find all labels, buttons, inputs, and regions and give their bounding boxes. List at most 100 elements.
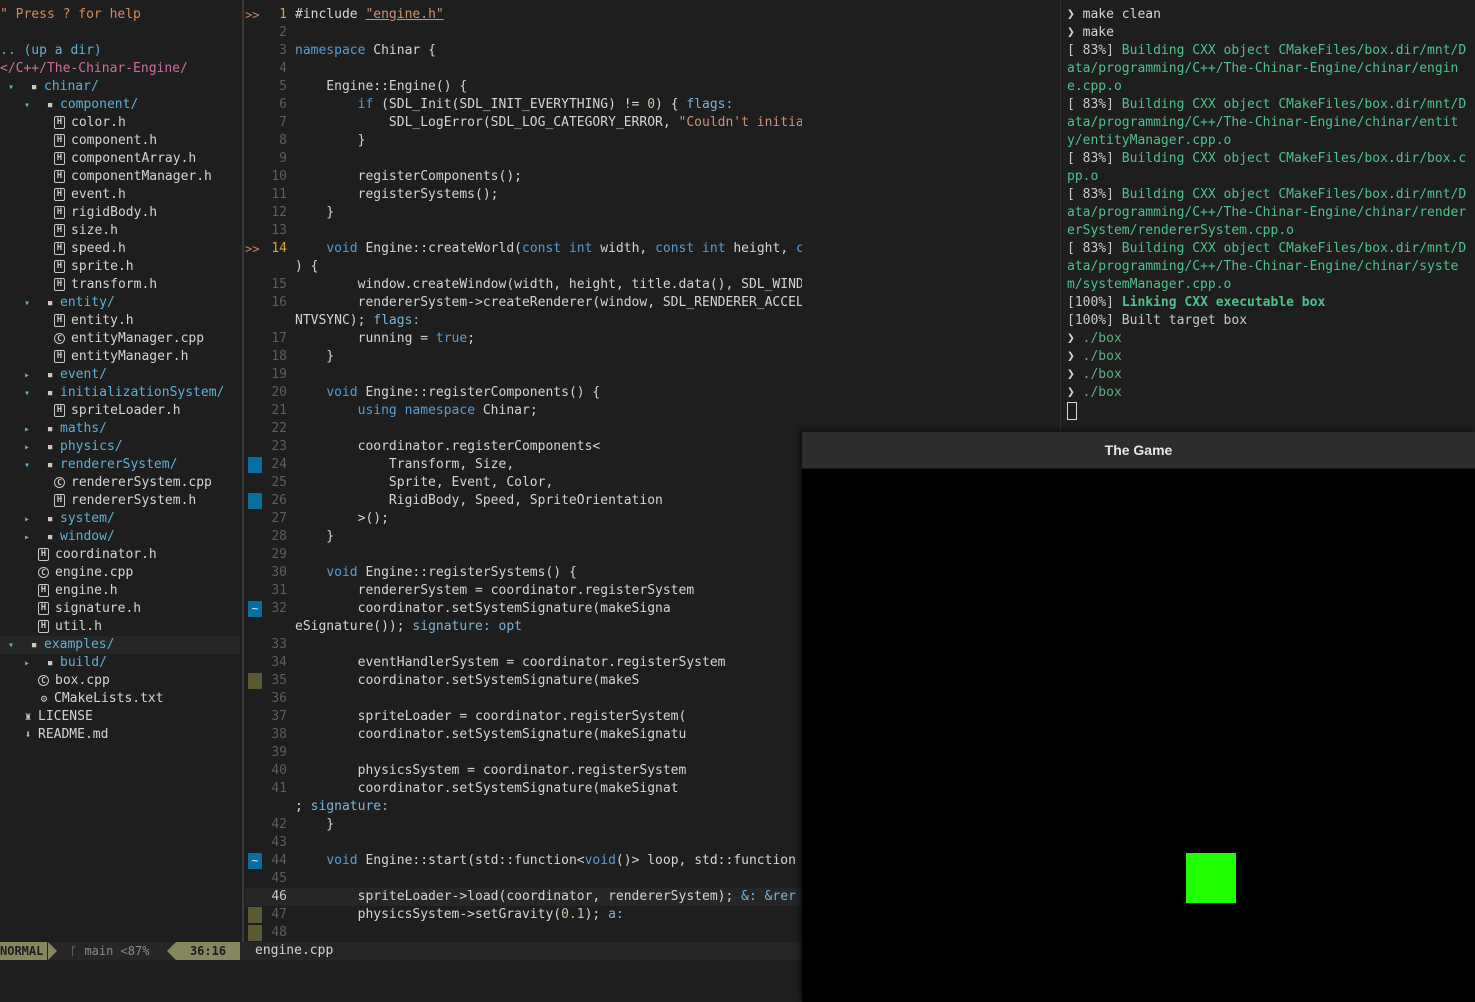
code-line[interactable]: 26 RigidBody, Speed, SpriteOrientation (245, 492, 802, 510)
tree-file[interactable]: Cengine.cpp (0, 564, 240, 582)
code-line[interactable]: ~44 void Engine::start(std::function<voi… (245, 852, 802, 870)
tree-dir[interactable]: ▸ ▪ event/ (0, 366, 240, 384)
code-line[interactable]: 6 if (SDL_Init(SDL_INIT_EVERYTHING) != 0… (245, 96, 802, 114)
command-line[interactable] (0, 960, 802, 1002)
tree-dir[interactable]: ▾ ▪ rendererSystem/ (0, 456, 240, 474)
tree-file[interactable]: Hsize.h (0, 222, 240, 240)
tree-file[interactable]: Hcolor.h (0, 114, 240, 132)
code-line[interactable]: 11 registerSystems(); (245, 186, 802, 204)
tree-file[interactable]: Hsignature.h (0, 600, 240, 618)
code-line[interactable]: 15 window.createWindow(width, height, ti… (245, 276, 802, 294)
tree-dir[interactable]: ▾ ▪ entity/ (0, 294, 240, 312)
collapsed-arrow-icon[interactable]: ▸ (24, 655, 34, 672)
code-line[interactable]: >> 14 void Engine::createWorld(const int … (245, 240, 802, 258)
code-line[interactable]: 42 } (245, 816, 802, 834)
code-line[interactable]: 19 (245, 366, 802, 384)
code-line[interactable]: 2 (245, 24, 802, 42)
tree-file[interactable]: ⬇ README.md (0, 726, 240, 744)
tree-file[interactable]: Cbox.cpp (0, 672, 240, 690)
code-line[interactable]: 27 >(); (245, 510, 802, 528)
code-line[interactable]: 22 (245, 420, 802, 438)
tree-file[interactable]: Hcoordinator.h (0, 546, 240, 564)
expanded-arrow-icon[interactable]: ▾ (24, 385, 34, 402)
code-line[interactable]: ; signature: (245, 798, 802, 816)
code-line[interactable]: eSignature()); signature: opt (245, 618, 802, 636)
code-line[interactable]: 43 (245, 834, 802, 852)
code-line[interactable]: NTVSYNC); flags: (245, 312, 802, 330)
code-line[interactable]: 23 coordinator.registerComponents< (245, 438, 802, 456)
code-editor[interactable]: >> 1 #include "engine.h" 2 3 namespace Chinar… (245, 6, 802, 941)
code-line[interactable]: 35 coordinator.setSystemSignature(makeS (245, 672, 802, 690)
tree-up-dir[interactable]: .. (up a dir) (0, 42, 240, 60)
tree-file[interactable]: Hentity.h (0, 312, 240, 330)
tree-file[interactable]: HcomponentArray.h (0, 150, 240, 168)
game-canvas[interactable] (802, 469, 1475, 1002)
tree-dir[interactable]: ▸ ▪ system/ (0, 510, 240, 528)
code-line[interactable]: 4 (245, 60, 802, 78)
expanded-arrow-icon[interactable]: ▾ (8, 79, 18, 96)
code-line[interactable]: 46 spriteLoader->load(coordinator, rende… (245, 888, 802, 906)
tree-dir[interactable]: ▾ ▪ component/ (0, 96, 240, 114)
code-line[interactable]: 24 Transform, Size, (245, 456, 802, 474)
code-line[interactable]: >> 1 #include "engine.h" (245, 6, 802, 24)
code-line[interactable]: 18 } (245, 348, 802, 366)
terminal[interactable]: ❯ make clean ❯ make[ 83%] Building CXX ob… (1045, 0, 1475, 432)
collapsed-arrow-icon[interactable]: ▸ (24, 511, 34, 528)
expanded-arrow-icon[interactable]: ▾ (24, 97, 34, 114)
code-line[interactable]: 16 rendererSystem->createRenderer(window… (245, 294, 802, 312)
code-line[interactable]: 7 SDL_LogError(SDL_LOG_CATEGORY_ERROR, "… (245, 114, 802, 132)
tree-file[interactable]: Hengine.h (0, 582, 240, 600)
collapsed-arrow-icon[interactable]: ▸ (24, 421, 34, 438)
code-line[interactable]: 12 } (245, 204, 802, 222)
expanded-arrow-icon[interactable]: ▾ (24, 295, 34, 312)
tree-file[interactable]: HrigidBody.h (0, 204, 240, 222)
tree-file[interactable]: Hevent.h (0, 186, 240, 204)
code-line[interactable]: 21 using namespace Chinar; (245, 402, 802, 420)
code-line[interactable]: 9 (245, 150, 802, 168)
code-line[interactable]: 48 (245, 924, 802, 941)
tree-file[interactable]: Hutil.h (0, 618, 240, 636)
code-line[interactable]: 41 coordinator.setSystemSignature(makeSi… (245, 780, 802, 798)
code-line[interactable]: 33 (245, 636, 802, 654)
code-line[interactable]: 34 eventHandlerSystem = coordinator.regi… (245, 654, 802, 672)
tree-dir[interactable]: ▸ ▪ maths/ (0, 420, 240, 438)
tree-dir[interactable]: ▾ ▪ initializationSystem/ (0, 384, 240, 402)
tree-dir[interactable]: ▾ ▪ examples/ (0, 636, 240, 654)
code-line[interactable]: 5 Engine::Engine() { (245, 78, 802, 96)
tree-file[interactable]: HrendererSystem.h (0, 492, 240, 510)
code-line[interactable]: ~32 coordinator.setSystemSignature(makeS… (245, 600, 802, 618)
expanded-arrow-icon[interactable]: ▾ (24, 457, 34, 474)
tree-dir[interactable]: ▸ ▪ window/ (0, 528, 240, 546)
tree-dir[interactable]: ▸ ▪ physics/ (0, 438, 240, 456)
collapsed-arrow-icon[interactable]: ▸ (24, 367, 34, 384)
tree-file[interactable]: CentityManager.cpp (0, 330, 240, 348)
tree-file[interactable]: ⚙ CMakeLists.txt (0, 690, 240, 708)
game-window[interactable]: The Game (802, 432, 1475, 1002)
game-window-title[interactable]: The Game (802, 432, 1475, 469)
code-line[interactable]: 25 Sprite, Event, Color, (245, 474, 802, 492)
tree-file[interactable]: ♜ LICENSE (0, 708, 240, 726)
tree-dir[interactable]: ▾ ▪ chinar/ (0, 78, 240, 96)
tree-file[interactable]: Htransform.h (0, 276, 240, 294)
tree-file[interactable]: HentityManager.h (0, 348, 240, 366)
code-line[interactable]: 36 (245, 690, 802, 708)
code-line[interactable]: 37 spriteLoader = coordinator.registerSy… (245, 708, 802, 726)
tree-file[interactable]: HspriteLoader.h (0, 402, 240, 420)
code-line[interactable]: 40 physicsSystem = coordinator.registerS… (245, 762, 802, 780)
window-split[interactable] (242, 0, 244, 942)
tree-file[interactable]: Hspeed.h (0, 240, 240, 258)
code-line[interactable]: 30 void Engine::registerSystems() { (245, 564, 802, 582)
code-line[interactable]: 45 (245, 870, 802, 888)
code-line[interactable]: ) { (245, 258, 802, 276)
terminal-cursor[interactable] (1067, 402, 1467, 421)
code-line[interactable]: 29 (245, 546, 802, 564)
code-line[interactable]: 47 physicsSystem->setGravity(0.1); a: (245, 906, 802, 924)
tree-file[interactable]: HcomponentManager.h (0, 168, 240, 186)
code-line[interactable]: 10 registerComponents(); (245, 168, 802, 186)
code-line[interactable]: 39 (245, 744, 802, 762)
code-line[interactable]: 20 void Engine::registerComponents() { (245, 384, 802, 402)
tree-file[interactable]: CrendererSystem.cpp (0, 474, 240, 492)
code-line[interactable]: 31 rendererSystem = coordinator.register… (245, 582, 802, 600)
code-line[interactable]: 3 namespace Chinar { (245, 42, 802, 60)
expanded-arrow-icon[interactable]: ▾ (8, 637, 18, 654)
